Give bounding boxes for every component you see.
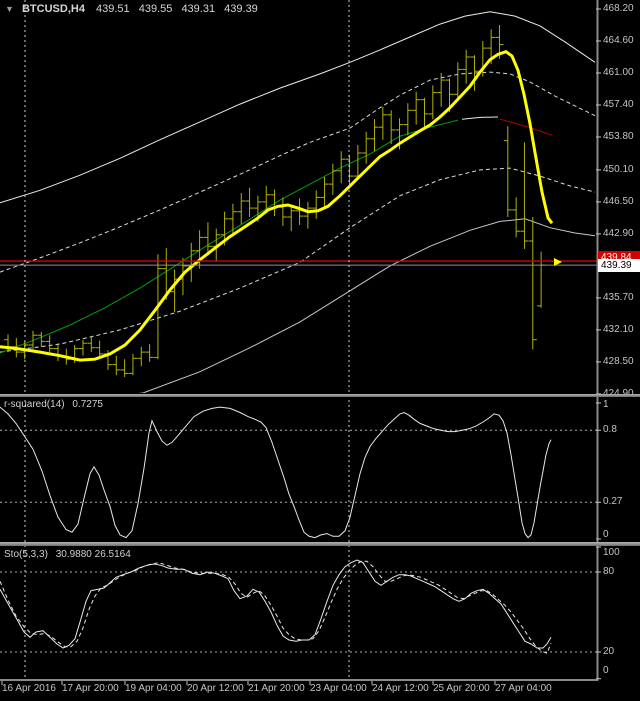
sto-signal bbox=[0, 560, 552, 654]
price-low: 439.31 bbox=[181, 3, 216, 15]
time-axis-label: 21 Apr 20:00 bbox=[248, 683, 305, 694]
time-axis-label: 16 Apr 2016 bbox=[2, 683, 56, 694]
r-squared-axis-label: 0.8 bbox=[603, 424, 617, 436]
stochastic-axis-label: 80 bbox=[603, 566, 615, 577]
dropdown-icon[interactable]: ▼ bbox=[5, 4, 14, 14]
sto-main bbox=[0, 559, 552, 649]
price-axis-label: 464.60 bbox=[603, 35, 634, 46]
ma-white-segment bbox=[461, 116, 499, 120]
r-squared-axis-label: 0 bbox=[603, 529, 609, 540]
envelope-upper-solid bbox=[0, 11, 596, 204]
price-panel[interactable] bbox=[0, 11, 597, 398]
envelope-upper-dashed bbox=[0, 71, 596, 273]
time-axis-label: 25 Apr 20:00 bbox=[433, 683, 490, 694]
price-axis-label: 457.40 bbox=[603, 99, 634, 110]
time-axis-label: 19 Apr 04:00 bbox=[125, 683, 182, 694]
r-squared-axis-label: 0.27 bbox=[603, 496, 623, 508]
time-axis-label: 17 Apr 20:00 bbox=[62, 683, 119, 694]
chart-canvas[interactable] bbox=[0, 0, 640, 701]
bid-price-badge: 439.39 bbox=[598, 259, 640, 272]
stochastic-values: 30.9880 26.5164 bbox=[55, 549, 131, 560]
stochastic-name: Sto(5,3,3) bbox=[4, 549, 48, 560]
r-squared-name: r-squared(14) bbox=[4, 399, 65, 410]
price-axis-label: 432.10 bbox=[603, 323, 634, 335]
ohlc-bars bbox=[4, 25, 546, 377]
bid-price-value: 439.39 bbox=[601, 260, 632, 271]
time-axis-label: 24 Apr 12:00 bbox=[372, 683, 429, 694]
chart-header: ▼ BTCUSD,H4 439.51 439.55 439.31 439.39 bbox=[5, 3, 264, 15]
r-squared-axis-label: 1 bbox=[603, 399, 609, 410]
stochastic-axis-label: 100 bbox=[603, 547, 620, 558]
ma-yellow bbox=[0, 50, 554, 362]
price-axis-label: 446.50 bbox=[603, 195, 634, 207]
r-squared-panel[interactable] bbox=[0, 406, 597, 539]
price-open: 439.51 bbox=[96, 3, 130, 15]
r-squared-label: r-squared(14) 0.7275 bbox=[4, 399, 103, 410]
stochastic-axis-label: 0 bbox=[603, 665, 609, 676]
stochastic-label: Sto(5,3,3) 30.9880 26.5164 bbox=[4, 549, 131, 560]
time-axis-label: 27 Apr 04:00 bbox=[495, 683, 552, 694]
r-squared-value: 0.7275 bbox=[72, 399, 103, 410]
r-squared-line bbox=[0, 406, 552, 539]
envelope-lower-dashed bbox=[0, 167, 596, 353]
stochastic-axis-label: 20 bbox=[603, 645, 615, 657]
price-axis-label: 461.00 bbox=[603, 67, 634, 78]
panel-separator-2[interactable] bbox=[0, 542, 640, 546]
price-axis-label: 453.80 bbox=[603, 131, 634, 142]
price-axis-label: 468.20 bbox=[603, 3, 634, 14]
price-axis-label: 435.70 bbox=[603, 291, 634, 303]
price-close: 439.39 bbox=[224, 3, 258, 15]
price-axis-label: 442.90 bbox=[603, 227, 634, 239]
price-axis-label: 450.10 bbox=[603, 163, 634, 175]
price-high: 439.55 bbox=[138, 3, 173, 15]
stochastic-panel[interactable] bbox=[0, 559, 597, 654]
symbol-title: BTCUSD,H4 bbox=[21, 3, 85, 15]
btcusd-h4-chart-window: 468.20 464.60 461.00 457.40 453.80 450.10 446.… bbox=[0, 0, 640, 701]
time-axis-label: 23 Apr 04:00 bbox=[310, 683, 367, 694]
price-axis-label: 428.50 bbox=[603, 355, 634, 367]
panel-separator-1[interactable] bbox=[0, 394, 640, 397]
time-axis-label: 20 Apr 12:00 bbox=[187, 683, 244, 694]
